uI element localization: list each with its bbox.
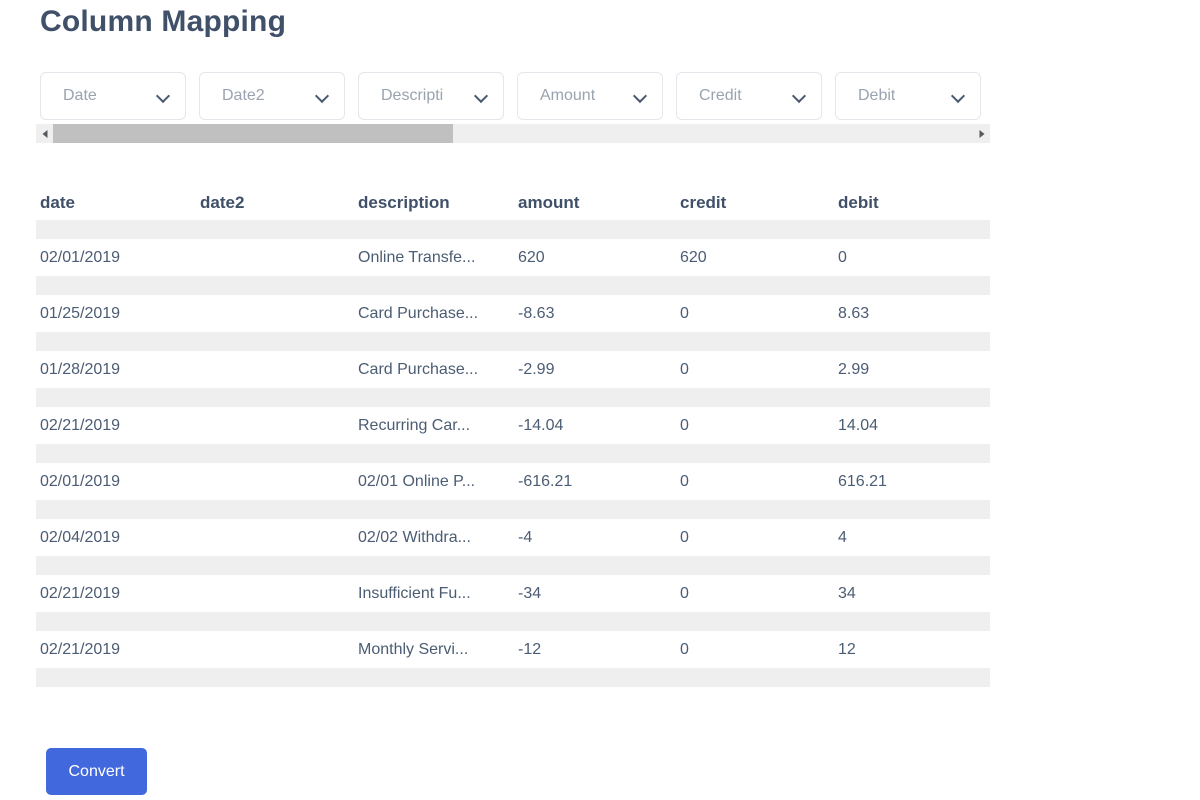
- cell-amount: -14.04: [518, 417, 564, 434]
- mapping-select-date2-label: Date2: [222, 87, 265, 104]
- cell-debit: 12: [838, 641, 856, 658]
- cell-date: 02/01/2019: [40, 249, 121, 266]
- cell-date: 02/21/2019: [40, 585, 121, 602]
- mapping-select-date-label: Date: [63, 87, 97, 104]
- chevron-down-icon: [475, 90, 487, 102]
- cell-debit: 8.63: [838, 305, 870, 322]
- row-horizontal-scrollbar[interactable]: [36, 556, 990, 575]
- mapping-select-description-label: Descripti: [381, 87, 444, 104]
- cell-amount: -2.99: [518, 361, 555, 378]
- row-horizontal-scrollbar[interactable]: [36, 332, 990, 351]
- scrollbar-track[interactable]: [53, 124, 973, 143]
- cell-debit: 14.04: [838, 417, 879, 434]
- cell-amount: -8.63: [518, 305, 555, 322]
- row-horizontal-scrollbar[interactable]: [36, 276, 990, 295]
- cell-credit: 0: [680, 641, 689, 658]
- cell-description: Card Purchase...: [358, 305, 479, 322]
- column-mapping-page: Column Mapping Date Date2 Descripti Amou…: [0, 0, 1200, 800]
- column-header-amount: amount: [518, 193, 580, 212]
- cell-credit: 0: [680, 361, 689, 378]
- cell-debit: 34: [838, 585, 856, 602]
- triangle-right-icon[interactable]: [973, 124, 990, 143]
- cell-debit: 2.99: [838, 361, 870, 378]
- chevron-down-icon: [157, 90, 169, 102]
- table-row: 02/21/2019 Insufficient Fu... -34 0 34: [40, 575, 990, 612]
- scrollbar-thumb[interactable]: [53, 124, 453, 143]
- table-row: 02/21/2019 Monthly Servi... -12 0 12: [40, 631, 990, 668]
- preview-table: date date2 description amount credit deb…: [0, 190, 1200, 687]
- cell-date: 02/21/2019: [40, 417, 121, 434]
- column-header-date2: date2: [200, 193, 245, 212]
- cell-date: 02/21/2019: [40, 641, 121, 658]
- triangle-left-icon[interactable]: [36, 124, 53, 143]
- chevron-down-icon: [793, 90, 805, 102]
- mapping-select-date2[interactable]: Date2: [199, 72, 345, 120]
- row-horizontal-scrollbar[interactable]: [36, 220, 990, 239]
- cell-amount: -4: [518, 529, 533, 546]
- cell-credit: 620: [680, 249, 707, 266]
- cell-debit: 616.21: [838, 473, 887, 490]
- mapping-select-date[interactable]: Date: [40, 72, 186, 120]
- row-horizontal-scrollbar[interactable]: [36, 668, 990, 687]
- cell-amount: -12: [518, 641, 542, 658]
- cell-amount: -34: [518, 585, 542, 602]
- cell-debit: 0: [838, 249, 847, 266]
- cell-date: 01/28/2019: [40, 361, 121, 378]
- cell-credit: 0: [680, 417, 689, 434]
- column-header-date: date: [40, 193, 75, 212]
- cell-description: Card Purchase...: [358, 361, 479, 378]
- cell-date: 01/25/2019: [40, 305, 121, 322]
- cell-description: Online Transfe...: [358, 249, 476, 266]
- mapping-select-amount[interactable]: Amount: [517, 72, 663, 120]
- row-horizontal-scrollbar[interactable]: [36, 388, 990, 407]
- table-row: 02/21/2019 Recurring Car... -14.04 0 14.04: [40, 407, 990, 444]
- chevron-down-icon: [952, 90, 964, 102]
- table-body: 02/01/2019 Online Transfe... 620 620 0 01/25/…: [0, 220, 1200, 687]
- mapping-row-horizontal-scrollbar[interactable]: [36, 124, 990, 143]
- mapping-select-debit[interactable]: Debit: [835, 72, 981, 120]
- chevron-down-icon: [634, 90, 646, 102]
- table-row: 02/04/2019 02/02 Withdra... -4 0 4: [40, 519, 990, 556]
- mapping-select-credit[interactable]: Credit: [676, 72, 822, 120]
- page-title: Column Mapping: [40, 5, 287, 38]
- cell-credit: 0: [680, 585, 689, 602]
- cell-amount: -616.21: [518, 473, 573, 490]
- column-header-credit: credit: [680, 193, 727, 212]
- row-horizontal-scrollbar[interactable]: [36, 444, 990, 463]
- chevron-down-icon: [316, 90, 328, 102]
- column-header-debit: debit: [838, 193, 879, 212]
- cell-amount: 620: [518, 249, 545, 266]
- table-header-row: date date2 description amount credit deb…: [40, 190, 990, 220]
- cell-description: 02/02 Withdra...: [358, 529, 471, 546]
- column-header-description: description: [358, 193, 450, 212]
- cell-description: 02/01 Online P...: [358, 473, 476, 490]
- row-horizontal-scrollbar[interactable]: [36, 500, 990, 519]
- table-row: 02/01/2019 02/01 Online P... -616.21 0 616.2…: [40, 463, 990, 500]
- cell-description: Recurring Car...: [358, 417, 471, 434]
- cell-date: 02/01/2019: [40, 473, 121, 490]
- cell-credit: 0: [680, 473, 689, 490]
- cell-description: Insufficient Fu...: [358, 585, 471, 602]
- column-mapping-select-row: Date Date2 Descripti Amount Credit Debit: [40, 72, 990, 122]
- cell-credit: 0: [680, 305, 689, 322]
- mapping-select-amount-label: Amount: [540, 87, 596, 104]
- cell-debit: 4: [838, 529, 847, 546]
- table-row: 01/28/2019 Card Purchase... -2.99 0 2.99: [40, 351, 990, 388]
- mapping-select-credit-label: Credit: [699, 87, 742, 104]
- table-row: 01/25/2019 Card Purchase... -8.63 0 8.63: [40, 295, 990, 332]
- mapping-select-debit-label: Debit: [858, 87, 896, 104]
- convert-button[interactable]: Convert: [46, 748, 147, 795]
- mapping-select-description[interactable]: Descripti: [358, 72, 504, 120]
- row-horizontal-scrollbar[interactable]: [36, 612, 990, 631]
- cell-description: Monthly Servi...: [358, 641, 469, 658]
- cell-credit: 0: [680, 529, 689, 546]
- table-row: 02/01/2019 Online Transfe... 620 620 0: [40, 239, 990, 276]
- cell-date: 02/04/2019: [40, 529, 121, 546]
